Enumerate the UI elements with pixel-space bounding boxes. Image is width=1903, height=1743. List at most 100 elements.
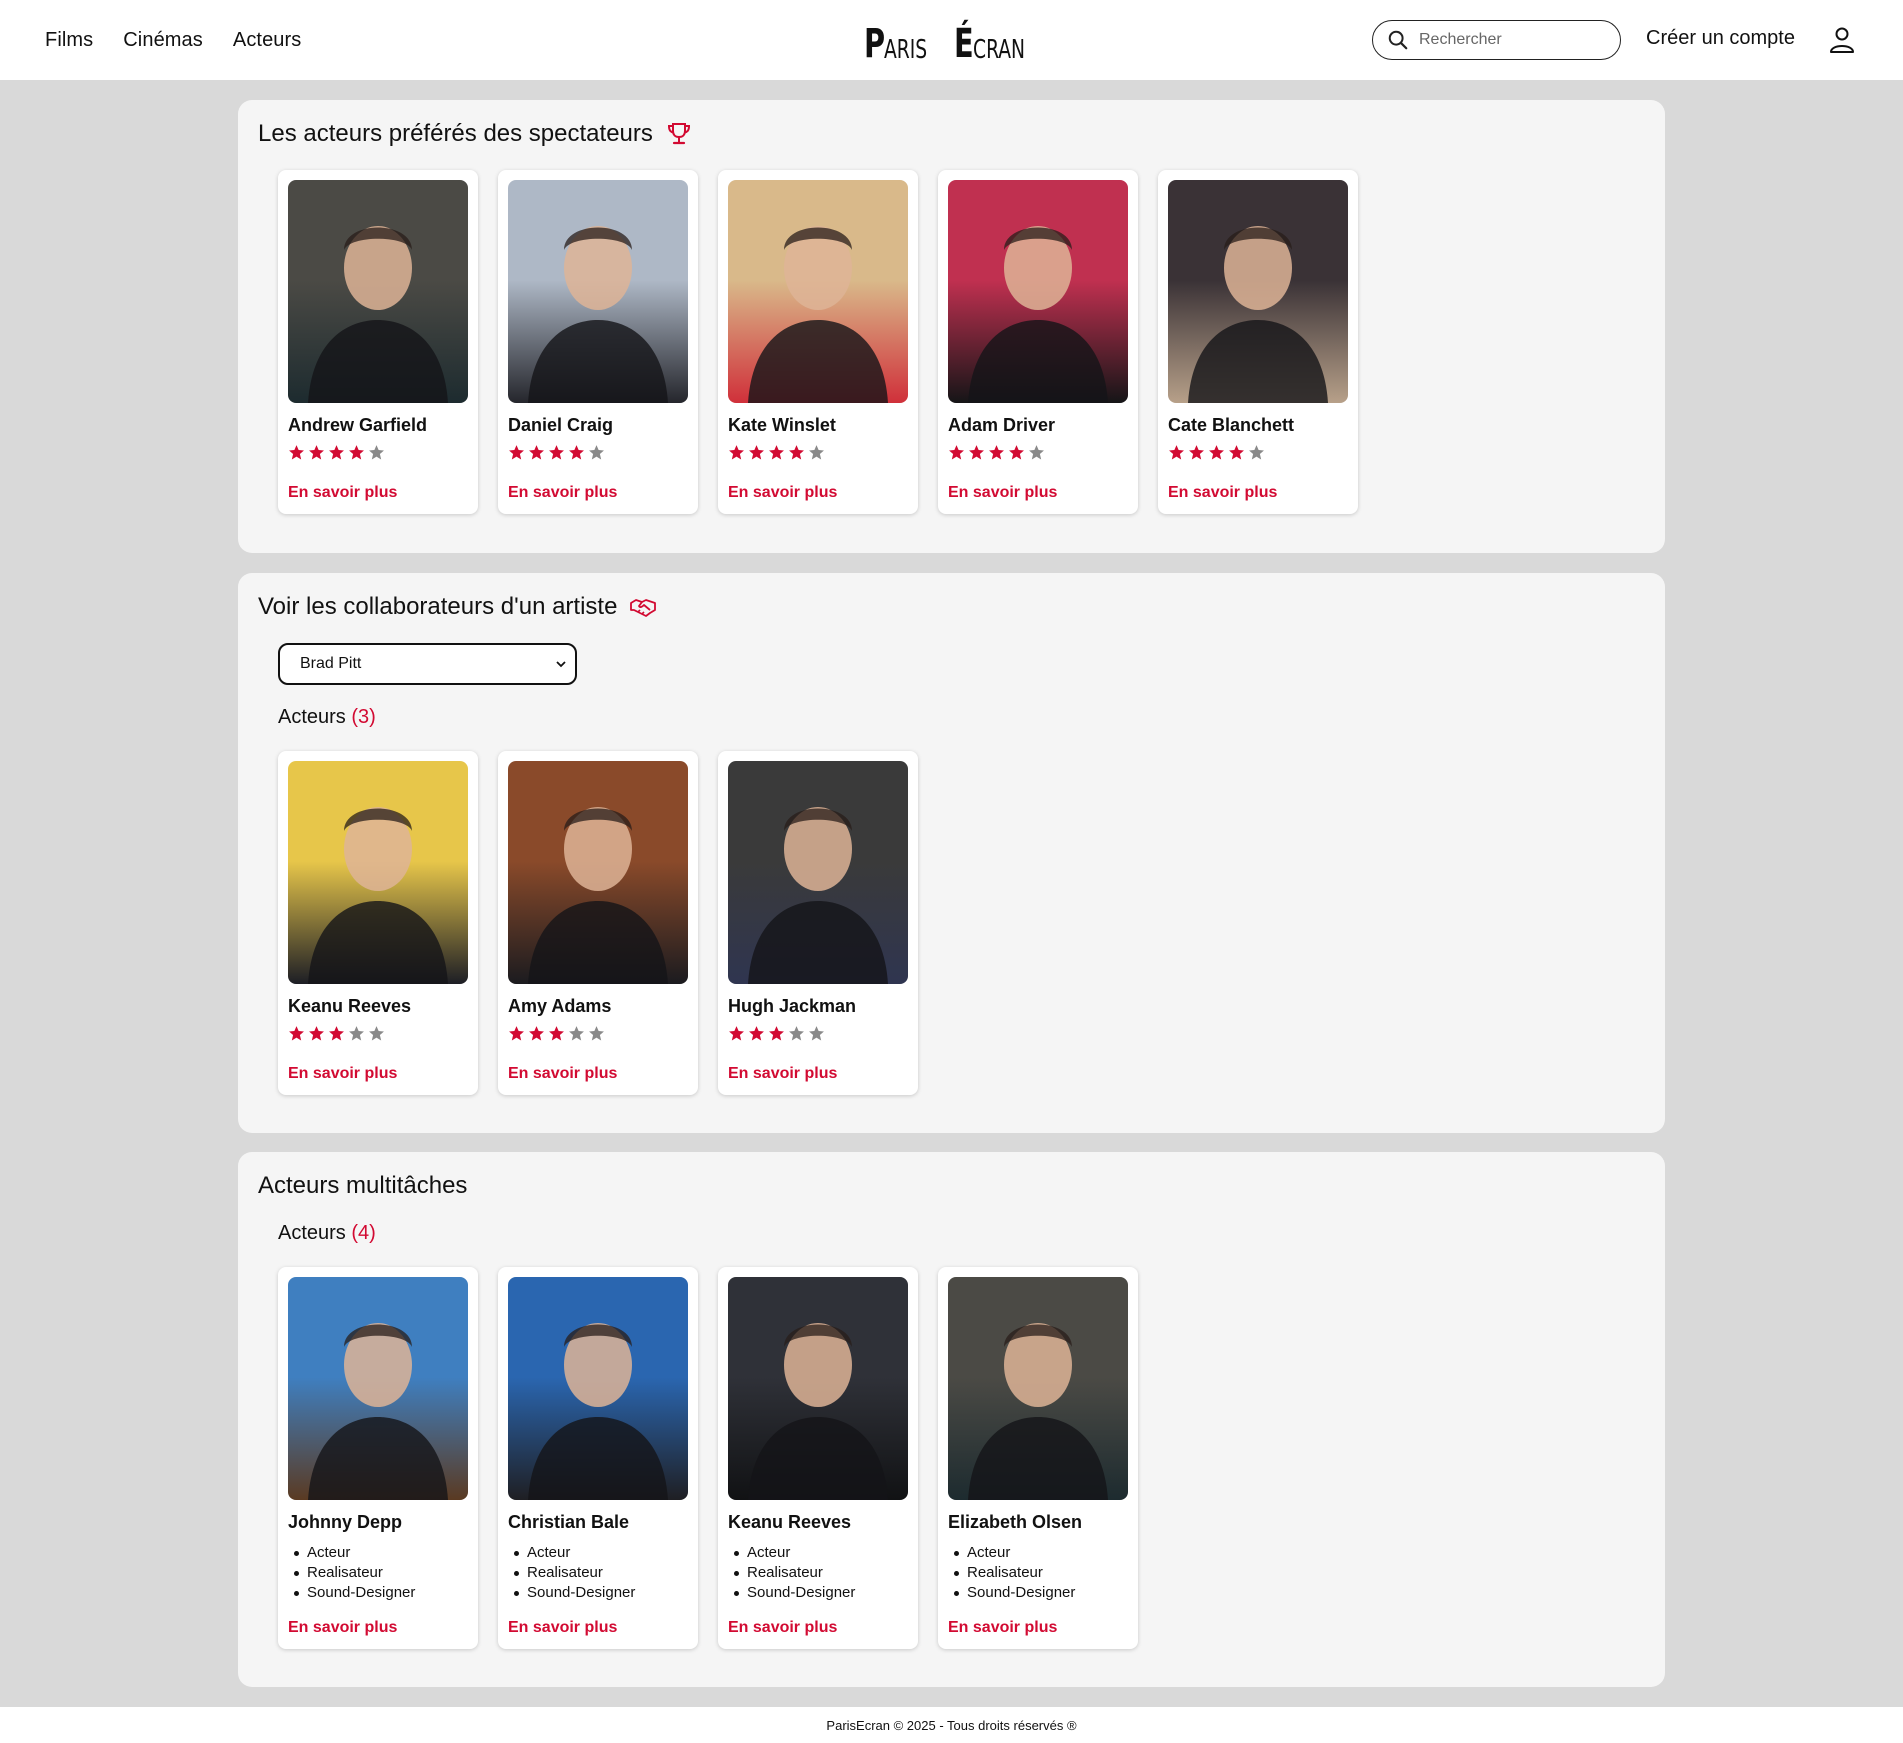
actor-photo[interactable] xyxy=(728,761,908,984)
star-empty-icon xyxy=(349,1026,364,1041)
actor-card[interactable]: Johnny Depp Acteur Realisateur Sound-Design… xyxy=(278,1267,478,1649)
star-filled-icon xyxy=(1169,445,1184,460)
artist-select[interactable]: Brad Pitt xyxy=(278,643,577,685)
star-filled-icon xyxy=(729,445,744,460)
star-filled-icon xyxy=(289,445,304,460)
actor-card[interactable]: Kate Winslet En savoir plus xyxy=(718,170,918,514)
star-filled-icon xyxy=(549,445,564,460)
star-filled-icon xyxy=(529,445,544,460)
star-filled-icon xyxy=(769,1026,784,1041)
actor-photo[interactable] xyxy=(508,180,688,403)
person-silhouette-icon xyxy=(528,226,668,403)
role-item: Sound-Designer xyxy=(954,1583,1128,1603)
actor-photo[interactable] xyxy=(508,1277,688,1500)
actor-name: Kate Winslet xyxy=(728,415,836,435)
person-silhouette-icon xyxy=(308,1323,448,1500)
actor-name: Cate Blanchett xyxy=(1168,415,1295,435)
collaborators-cards: Keanu Reeves En savoir plus Amy Adams En sa… xyxy=(278,751,918,1095)
actor-card[interactable]: Amy Adams En savoir plus xyxy=(498,751,698,1095)
subhead-label: Acteurs xyxy=(278,1222,346,1244)
learn-more-link[interactable]: En savoir plus xyxy=(508,484,617,502)
star-filled-icon xyxy=(349,445,364,460)
actor-card[interactable]: Cate Blanchett En savoir plus xyxy=(1158,170,1358,514)
person-silhouette-icon xyxy=(308,226,448,403)
star-filled-icon xyxy=(969,445,984,460)
actor-photo[interactable] xyxy=(948,180,1128,403)
star-empty-icon xyxy=(589,445,604,460)
nav-acteurs[interactable]: Acteurs xyxy=(233,29,302,52)
actor-photo[interactable] xyxy=(948,1277,1128,1500)
star-filled-icon xyxy=(289,1026,304,1041)
star-empty-icon xyxy=(369,445,384,460)
actor-rating xyxy=(288,1025,468,1042)
star-empty-icon xyxy=(569,1026,584,1041)
star-filled-icon xyxy=(749,1026,764,1041)
create-account-link[interactable]: Créer un compte xyxy=(1646,27,1795,50)
actor-card[interactable]: Adam Driver En savoir plus xyxy=(938,170,1138,514)
actor-name: Andrew Garfield xyxy=(288,415,428,435)
top-header: Films Cinémas Acteurs P ARIS É CRAN Crée… xyxy=(0,0,1903,80)
logo-word-paris: P ARIS xyxy=(864,24,938,64)
learn-more-link[interactable]: En savoir plus xyxy=(728,1619,837,1637)
learn-more-link[interactable]: En savoir plus xyxy=(288,1065,397,1083)
star-filled-icon xyxy=(769,445,784,460)
person-silhouette-icon xyxy=(528,807,668,984)
learn-more-link[interactable]: En savoir plus xyxy=(508,1619,617,1637)
artist-select-value: Brad Pitt xyxy=(300,655,362,672)
person-silhouette-icon xyxy=(528,1323,668,1500)
actor-photo[interactable] xyxy=(508,761,688,984)
star-filled-icon xyxy=(549,1026,564,1041)
actor-photo[interactable] xyxy=(288,180,468,403)
role-item: Realisateur xyxy=(954,1563,1128,1583)
multitask-title: Acteurs multitâches xyxy=(258,1172,468,1199)
star-filled-icon xyxy=(1189,445,1204,460)
subhead-label: Acteurs xyxy=(278,706,346,728)
role-item: Realisateur xyxy=(294,1563,468,1583)
star-filled-icon xyxy=(329,445,344,460)
logo-letter: É xyxy=(954,21,975,67)
actor-rating xyxy=(1168,444,1348,461)
role-item: Acteur xyxy=(514,1543,688,1563)
learn-more-link[interactable]: En savoir plus xyxy=(288,484,397,502)
actor-card[interactable]: Keanu Reeves En savoir plus xyxy=(278,751,478,1095)
search-box[interactable] xyxy=(1372,20,1621,60)
actor-card[interactable]: Hugh Jackman En savoir plus xyxy=(718,751,918,1095)
person-silhouette-icon xyxy=(748,226,888,403)
actor-name: Keanu Reeves xyxy=(728,1512,852,1532)
learn-more-link[interactable]: En savoir plus xyxy=(728,1065,837,1083)
actor-name: Christian Bale xyxy=(508,1512,630,1532)
actor-photo[interactable] xyxy=(288,1277,468,1500)
collaborators-subhead: Acteurs (3) xyxy=(278,706,376,729)
person-silhouette-icon xyxy=(968,226,1108,403)
actor-photo[interactable] xyxy=(728,180,908,403)
learn-more-link[interactable]: En savoir plus xyxy=(728,484,837,502)
actor-card[interactable]: Daniel Craig En savoir plus xyxy=(498,170,698,514)
user-icon[interactable] xyxy=(1828,26,1856,54)
learn-more-link[interactable]: En savoir plus xyxy=(948,484,1057,502)
learn-more-link[interactable]: En savoir plus xyxy=(948,1619,1057,1637)
actor-card[interactable]: Andrew Garfield En savoir plus xyxy=(278,170,478,514)
role-item: Acteur xyxy=(954,1543,1128,1563)
nav-films[interactable]: Films xyxy=(45,29,93,52)
search-icon xyxy=(1388,30,1408,50)
multitask-heading: Acteurs multitâches xyxy=(258,1172,467,1200)
actor-name: Johnny Depp xyxy=(288,1512,403,1532)
actor-card[interactable]: Keanu Reeves Acteur Realisateur Sound-Desig… xyxy=(718,1267,918,1649)
actor-rating xyxy=(948,444,1128,461)
actor-photo[interactable] xyxy=(1168,180,1348,403)
learn-more-link[interactable]: En savoir plus xyxy=(1168,484,1277,502)
actor-photo[interactable] xyxy=(288,761,468,984)
learn-more-link[interactable]: En savoir plus xyxy=(288,1619,397,1637)
actor-card[interactable]: Elizabeth Olsen Acteur Realisateur Sound-De… xyxy=(938,1267,1138,1649)
actor-photo[interactable] xyxy=(728,1277,908,1500)
actor-name: Amy Adams xyxy=(508,996,612,1016)
actor-card[interactable]: Christian Bale Acteur Realisateur Sound-Des… xyxy=(498,1267,698,1649)
actor-roles-list: Acteur Realisateur Sound-Designer xyxy=(954,1543,1128,1603)
actor-rating xyxy=(508,444,688,461)
person-silhouette-icon xyxy=(748,1323,888,1500)
site-logo[interactable]: P ARIS É CRAN xyxy=(864,16,1044,64)
search-input[interactable] xyxy=(1419,31,1609,49)
star-filled-icon xyxy=(989,445,1004,460)
learn-more-link[interactable]: En savoir plus xyxy=(508,1065,617,1083)
nav-cinemas[interactable]: Cinémas xyxy=(123,29,203,52)
